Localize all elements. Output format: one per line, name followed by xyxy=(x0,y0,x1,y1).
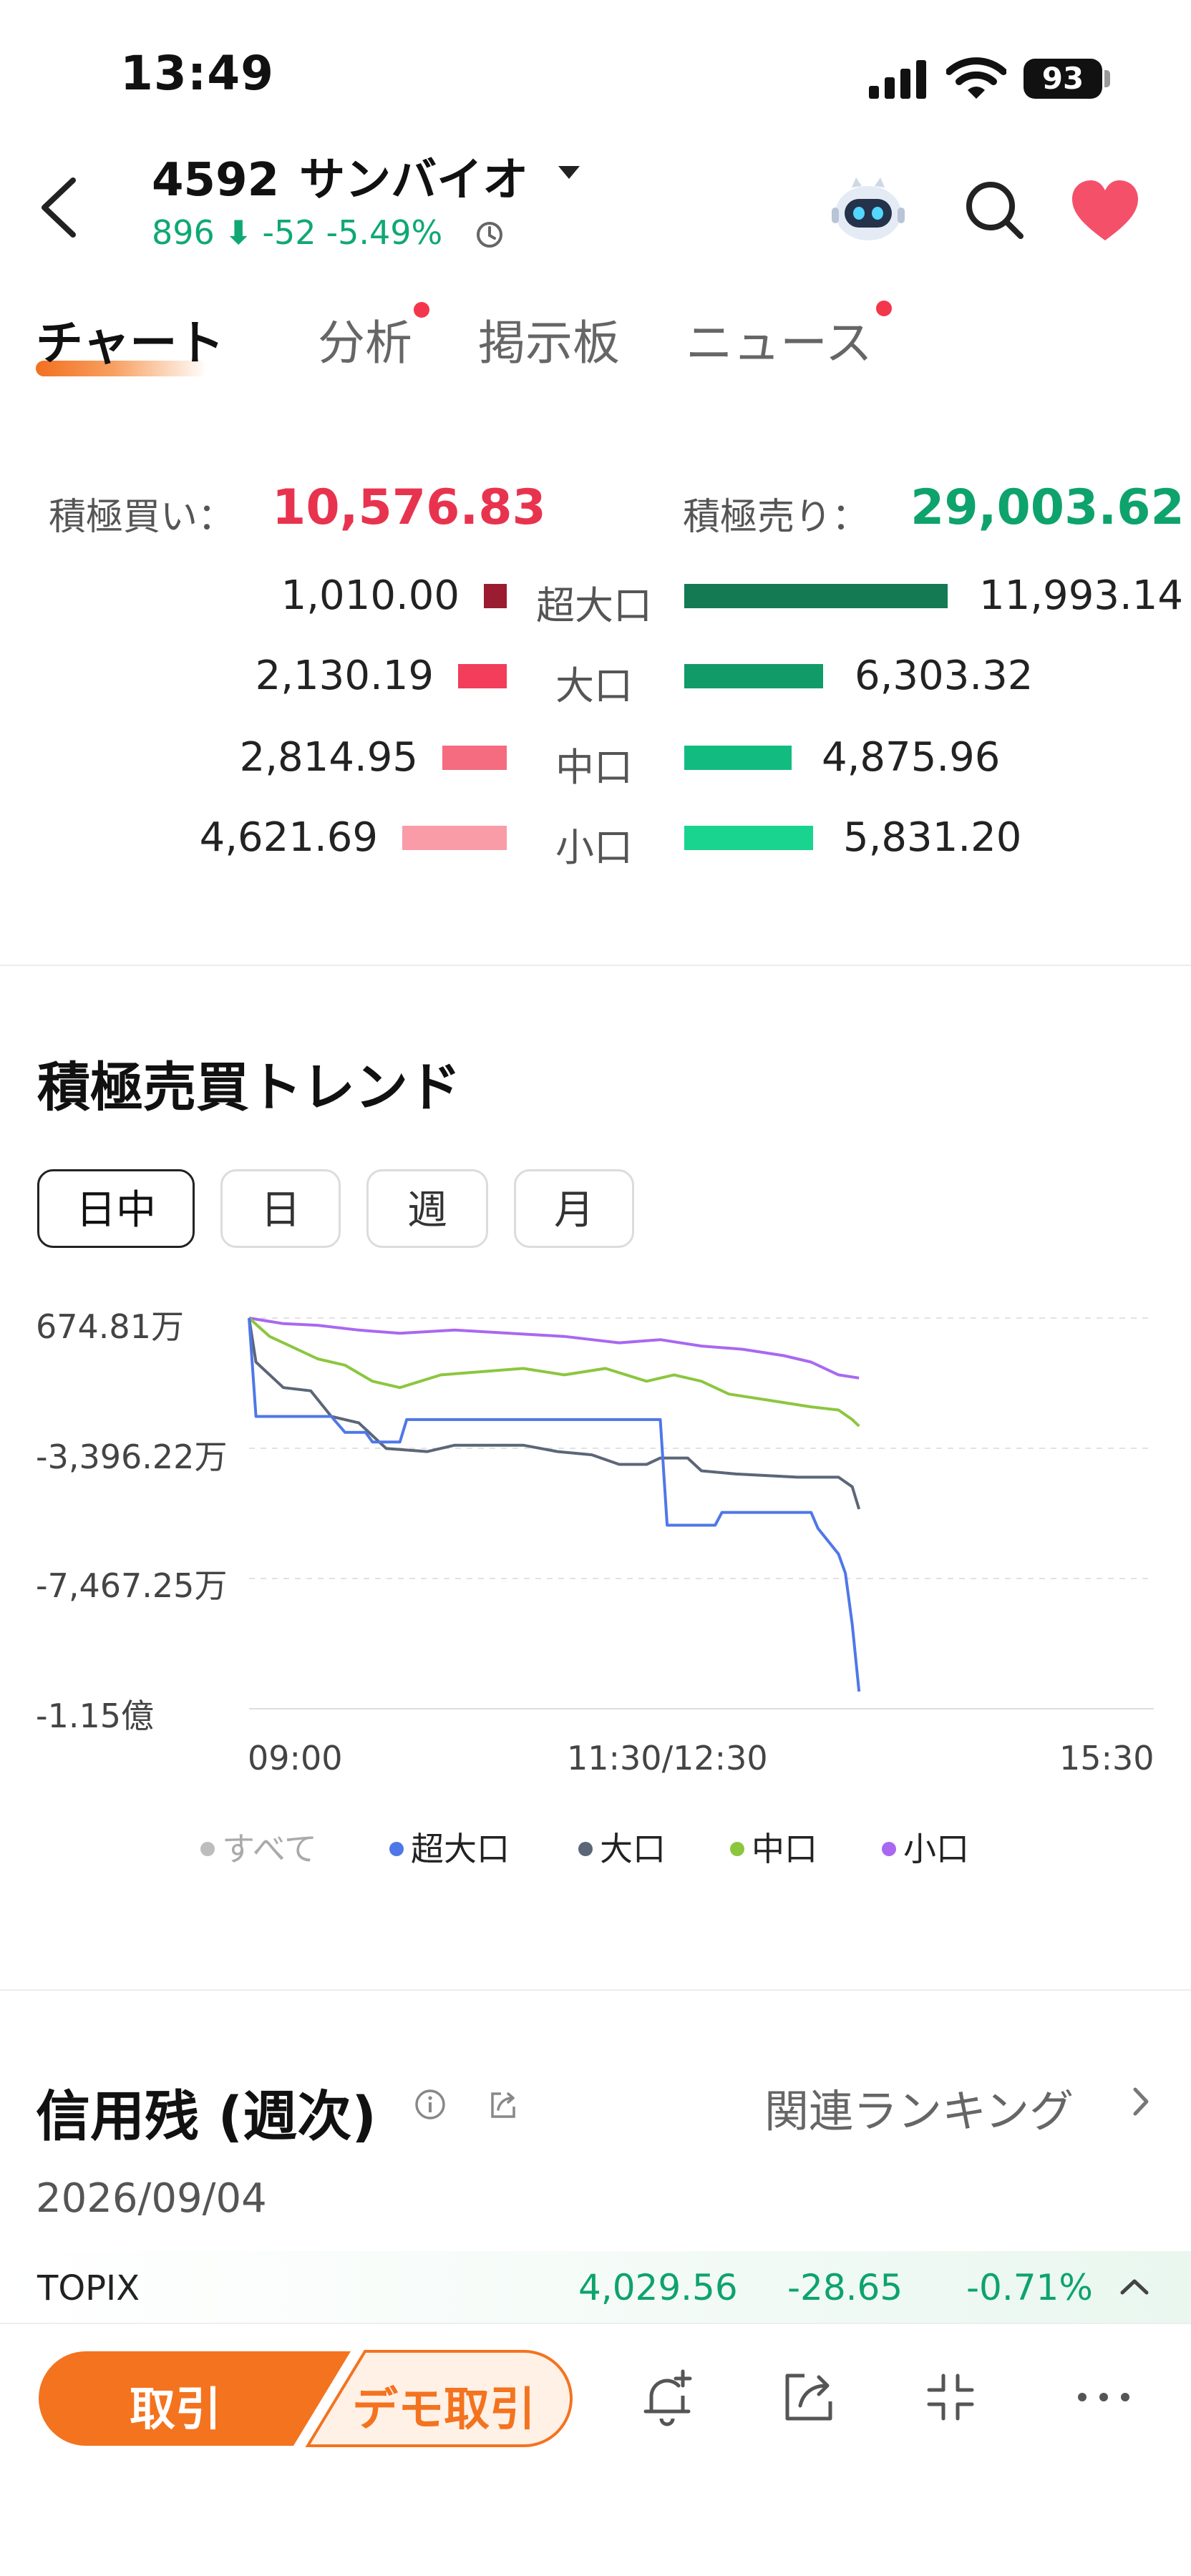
buy-bar-m xyxy=(442,746,507,770)
legend-label: 大口 xyxy=(600,1830,666,1868)
price-change: -52 xyxy=(262,213,316,252)
series-line-大口 xyxy=(248,1317,861,1510)
news-badge-dot xyxy=(876,301,892,316)
tab-chart[interactable]: チャート xyxy=(36,305,224,374)
legend-dot xyxy=(389,1841,404,1856)
category-s: 小口 xyxy=(555,825,633,870)
legend-m[interactable]: 中口 xyxy=(730,1823,817,1870)
sell-value-m: 4,875.96 xyxy=(822,734,1001,781)
buy-value-l: 2,130.19 xyxy=(255,653,434,699)
buy-bar-s xyxy=(402,826,507,850)
heart-icon[interactable] xyxy=(1069,179,1141,243)
legend-label: 中口 xyxy=(752,1830,817,1868)
robot-assistant-icon[interactable] xyxy=(830,172,906,243)
trade-button[interactable]: 取引 xyxy=(72,2373,279,2439)
chevron-up-icon[interactable] xyxy=(1117,2275,1152,2297)
sell-bar-m xyxy=(684,746,792,770)
related-ranking-link[interactable]: 関連ランキング xyxy=(764,2075,1074,2140)
share-icon[interactable] xyxy=(487,2088,520,2121)
status-time: 13:49 xyxy=(120,46,275,101)
demo-trade-button[interactable]: デモ取引 xyxy=(329,2373,558,2439)
sell-value-l: 6,303.32 xyxy=(855,653,1034,699)
share-icon[interactable] xyxy=(779,2367,839,2427)
index-change: -28.65 xyxy=(787,2267,903,2308)
x-tick-label: 15:30 xyxy=(1059,1739,1154,1777)
more-icon[interactable] xyxy=(1074,2367,1134,2427)
trend-title: 積極売買トレンド xyxy=(37,1057,461,1118)
info-icon[interactable] xyxy=(414,2088,447,2121)
legend-all[interactable]: すべて xyxy=(200,1823,317,1870)
index-name: TOPIX xyxy=(37,2268,140,2308)
series-line-中口 xyxy=(248,1317,860,1428)
price-change-pct: -5.49% xyxy=(326,213,443,252)
sell-bar-l xyxy=(684,664,823,688)
chevron-down-icon[interactable] xyxy=(558,166,580,179)
stock-code: 4592 xyxy=(152,154,280,207)
section-divider xyxy=(0,1989,1191,1991)
index-value: 4,029.56 xyxy=(578,2267,738,2308)
tab-board[interactable]: 掲示板 xyxy=(478,305,620,374)
buy-value-xl: 1,010.00 xyxy=(281,572,460,619)
active-sell-total: 29,003.62 xyxy=(910,479,1185,536)
battery-icon: 93 xyxy=(1024,59,1102,99)
sell-value-xl: 11,993.14 xyxy=(979,572,1184,619)
category-m: 中口 xyxy=(555,745,633,790)
legend-xl[interactable]: 超大口 xyxy=(389,1823,510,1870)
legend-l[interactable]: 大口 xyxy=(578,1823,666,1870)
index-change-pct: -0.71% xyxy=(966,2267,1093,2308)
bell-plus-icon[interactable] xyxy=(637,2367,697,2427)
clock-icon[interactable] xyxy=(475,220,504,249)
series-line-小口 xyxy=(248,1317,860,1380)
category-xl: 超大口 xyxy=(536,583,652,628)
buy-value-s: 4,621.69 xyxy=(199,814,378,861)
battery-cap xyxy=(1104,70,1110,87)
legend-label: 超大口 xyxy=(411,1830,510,1868)
collapse-icon[interactable] xyxy=(920,2367,981,2427)
cellular-signal-icon xyxy=(869,59,929,99)
active-buy-total: 10,576.83 xyxy=(272,479,546,536)
active-sell-label: 積極売り： xyxy=(683,496,870,539)
section-divider xyxy=(0,965,1191,966)
search-icon[interactable] xyxy=(962,177,1026,242)
period-day-button[interactable]: 日 xyxy=(220,1169,341,1248)
trend-line-chart[interactable] xyxy=(0,1274,1191,1717)
stock-title[interactable]: 4592 サンバイオ xyxy=(152,143,528,209)
wifi-icon xyxy=(946,57,1006,99)
chevron-right-icon[interactable] xyxy=(1127,2084,1155,2119)
stock-name: サンバイオ xyxy=(299,154,529,207)
legend-label: 小口 xyxy=(903,1830,969,1868)
period-month-button[interactable]: 月 xyxy=(514,1169,634,1248)
sell-bar-s xyxy=(684,826,813,850)
credit-date: 2026/09/04 xyxy=(36,2175,267,2222)
legend-s[interactable]: 小口 xyxy=(882,1823,969,1870)
tab-analysis[interactable]: 分析 xyxy=(318,305,412,374)
sell-bar-xl xyxy=(684,584,948,608)
legend-dot xyxy=(882,1841,896,1856)
legend-dot xyxy=(200,1841,215,1856)
category-l: 大口 xyxy=(555,663,633,708)
legend-label: すべて xyxy=(222,1830,317,1868)
active-buy-label: 積極買い： xyxy=(49,496,235,539)
buy-bar-l xyxy=(458,664,507,688)
analysis-badge-dot xyxy=(414,302,429,318)
buy-bar-xl xyxy=(484,584,507,608)
period-week-button[interactable]: 週 xyxy=(366,1169,488,1248)
x-tick-label: 09:00 xyxy=(248,1739,343,1777)
x-tick-label: 11:30/12:30 xyxy=(567,1739,768,1777)
legend-dot xyxy=(578,1841,593,1856)
tab-news[interactable]: ニュース xyxy=(686,305,872,374)
period-intraday-button[interactable]: 日中 xyxy=(37,1169,195,1248)
down-arrow-icon: ⬇ xyxy=(224,213,253,252)
credit-balance-title: 信用残 (週次) xyxy=(36,2084,376,2148)
toolbar-divider xyxy=(0,2323,1191,2324)
sell-value-s: 5,831.20 xyxy=(843,814,1022,861)
price-line: 896 ⬇ -52 -5.49% xyxy=(152,213,452,252)
back-icon[interactable] xyxy=(29,172,86,243)
buy-value-m: 2,814.95 xyxy=(239,734,418,781)
current-price: 896 xyxy=(152,213,215,252)
legend-dot xyxy=(730,1841,744,1856)
